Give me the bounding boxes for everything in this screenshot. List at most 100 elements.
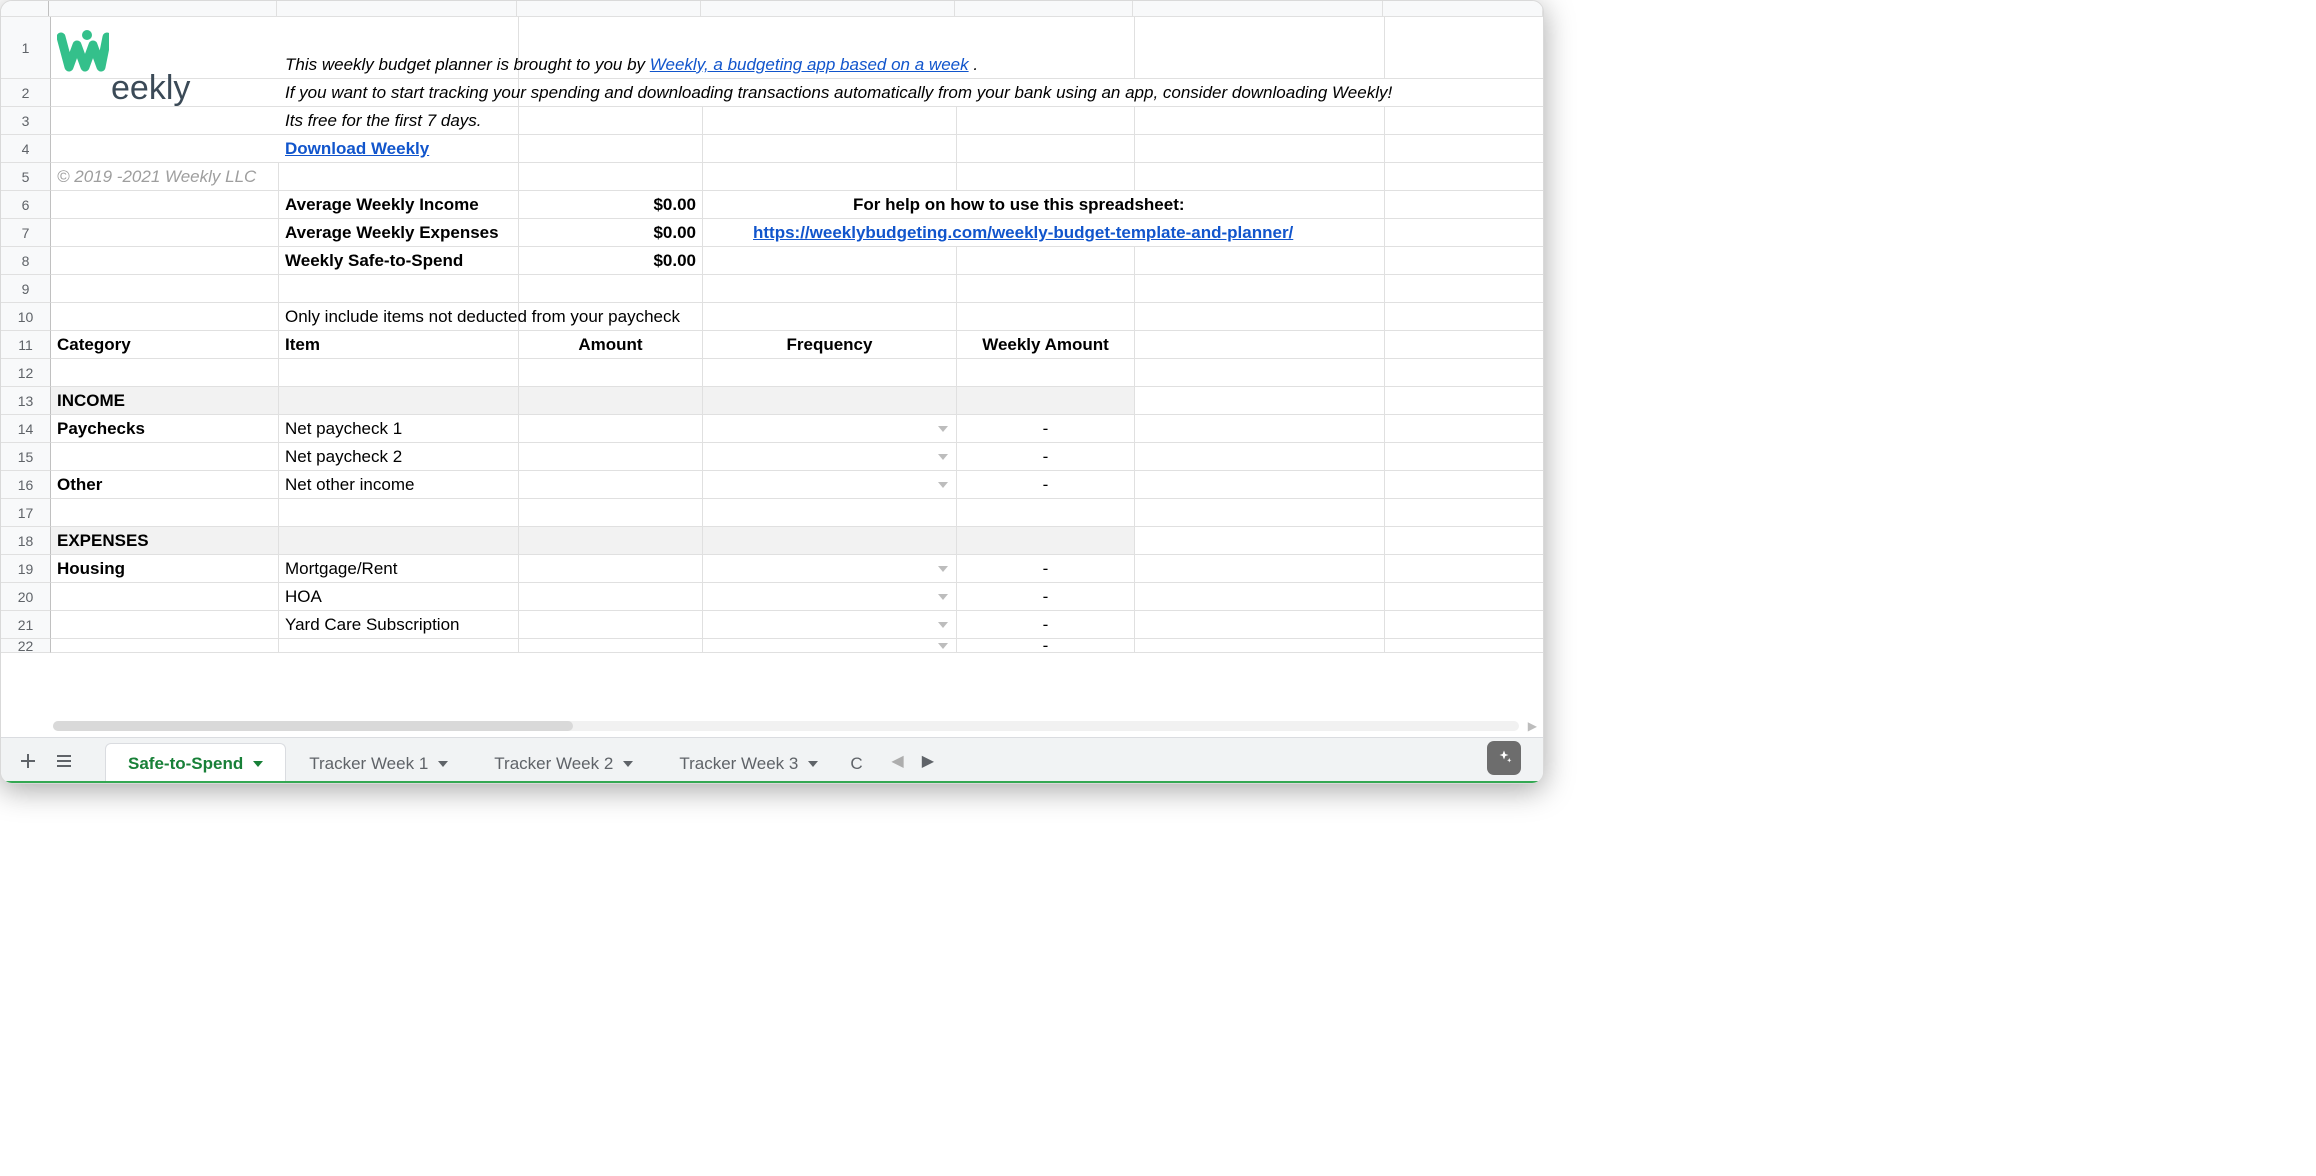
cell[interactable] [1135, 135, 1385, 163]
amount-cell[interactable] [519, 471, 703, 499]
header-category[interactable]: Category [51, 331, 279, 359]
row-number[interactable]: 2 [1, 79, 51, 107]
cell[interactable] [519, 387, 703, 415]
corner-cell[interactable] [1, 1, 49, 16]
scrollbar-right-arrow-icon[interactable]: ▶ [1528, 719, 1537, 733]
cell[interactable] [279, 639, 519, 653]
cell[interactable] [279, 527, 519, 555]
cell[interactable] [1135, 387, 1385, 415]
section-expenses[interactable]: EXPENSES [51, 527, 279, 555]
copyright[interactable]: © 2019 -2021 Weekly LLC [51, 163, 279, 191]
cell[interactable] [1135, 611, 1385, 639]
cell[interactable] [1135, 359, 1385, 387]
cell[interactable] [51, 275, 279, 303]
tab-safe-to-spend[interactable]: Safe-to-Spend [105, 743, 286, 783]
cell[interactable] [1135, 639, 1385, 653]
scrollbar-thumb[interactable] [53, 721, 573, 731]
cell[interactable] [51, 247, 279, 275]
cell[interactable] [1385, 331, 1543, 359]
tab-tracker-week-1[interactable]: Tracker Week 1 [286, 743, 471, 783]
cell[interactable] [519, 275, 703, 303]
cell[interactable] [1385, 191, 1543, 219]
cell[interactable] [1385, 219, 1543, 247]
cell[interactable] [1385, 79, 1543, 107]
cell[interactable] [51, 499, 279, 527]
item-hoa[interactable]: HOA [279, 583, 519, 611]
row-number[interactable]: 10 [1, 303, 51, 331]
item-net-paycheck-2[interactable]: Net paycheck 2 [279, 443, 519, 471]
frequency-dropdown[interactable] [703, 555, 957, 583]
logo-cell-continued[interactable]: eekly [51, 79, 279, 107]
row-number[interactable]: 19 [1, 555, 51, 583]
category-paychecks[interactable]: Paychecks [51, 415, 279, 443]
cell[interactable] [957, 275, 1135, 303]
weekly-amount-cell[interactable]: - [957, 583, 1135, 611]
tab-tracker-week-2[interactable]: Tracker Week 2 [471, 743, 656, 783]
header-frequency[interactable]: Frequency [703, 331, 957, 359]
cell[interactable] [1385, 107, 1543, 135]
col-header-c[interactable] [517, 1, 701, 17]
cell[interactable] [279, 387, 519, 415]
cell[interactable] [703, 107, 957, 135]
cell[interactable] [1135, 555, 1385, 583]
item-yard-care[interactable]: Yard Care Subscription [279, 611, 519, 639]
cell[interactable] [519, 79, 703, 107]
header-weekly-amount[interactable]: Weekly Amount [957, 331, 1135, 359]
note-cell[interactable]: Only include items not deducted from you… [279, 303, 519, 331]
col-header-a[interactable] [49, 1, 277, 17]
add-sheet-button[interactable] [13, 746, 43, 776]
cell[interactable] [51, 191, 279, 219]
cell[interactable] [957, 219, 1135, 247]
header-amount[interactable]: Amount [519, 331, 703, 359]
cell[interactable] [957, 387, 1135, 415]
cell[interactable] [279, 359, 519, 387]
col-header-e[interactable] [955, 1, 1133, 17]
cell[interactable] [51, 583, 279, 611]
cell[interactable] [1385, 527, 1543, 555]
amount-cell[interactable] [519, 443, 703, 471]
category-other[interactable]: Other [51, 471, 279, 499]
col-header-g[interactable] [1383, 1, 1543, 17]
col-header-d[interactable] [701, 1, 955, 17]
cell[interactable] [279, 499, 519, 527]
cell[interactable] [703, 499, 957, 527]
frequency-dropdown[interactable] [703, 471, 957, 499]
weekly-amount-cell[interactable]: - [957, 555, 1135, 583]
row-number[interactable]: 11 [1, 331, 51, 359]
row-number[interactable]: 18 [1, 527, 51, 555]
cell[interactable] [1135, 443, 1385, 471]
avg-weekly-expenses-label[interactable]: Average Weekly Expenses [279, 219, 519, 247]
cell[interactable] [1385, 443, 1543, 471]
cell[interactable] [1135, 303, 1385, 331]
intro-line-2[interactable]: If you want to start tracking your spend… [279, 79, 519, 107]
cell[interactable] [1135, 583, 1385, 611]
cell[interactable] [519, 17, 703, 79]
row-number[interactable]: 4 [1, 135, 51, 163]
cell[interactable] [1385, 555, 1543, 583]
intro-line-1[interactable]: This weekly budget planner is brought to… [279, 17, 519, 79]
cell[interactable] [1385, 303, 1543, 331]
row-number[interactable]: 21 [1, 611, 51, 639]
weekly-amount-cell[interactable]: - [957, 443, 1135, 471]
cell[interactable] [51, 135, 279, 163]
cell[interactable] [703, 17, 957, 79]
row-number[interactable]: 3 [1, 107, 51, 135]
amount-cell[interactable] [519, 555, 703, 583]
weekly-amount-cell[interactable]: - [957, 639, 1135, 653]
row-number[interactable]: 20 [1, 583, 51, 611]
cell[interactable] [957, 527, 1135, 555]
safe-to-spend-value[interactable]: $0.00 [519, 247, 703, 275]
frequency-dropdown[interactable] [703, 415, 957, 443]
item-net-other-income[interactable]: Net other income [279, 471, 519, 499]
cell[interactable] [1385, 471, 1543, 499]
horizontal-scrollbar[interactable]: ▶ [53, 719, 1519, 733]
download-link-cell[interactable]: Download Weekly [279, 135, 519, 163]
row-number[interactable]: 13 [1, 387, 51, 415]
weekly-amount-cell[interactable]: - [957, 611, 1135, 639]
row-number[interactable]: 6 [1, 191, 51, 219]
cell[interactable] [957, 247, 1135, 275]
amount-cell[interactable] [519, 639, 703, 653]
intro-line-3[interactable]: Its free for the first 7 days. [279, 107, 519, 135]
row-number[interactable]: 8 [1, 247, 51, 275]
download-weekly-link[interactable]: Download Weekly [285, 138, 429, 159]
